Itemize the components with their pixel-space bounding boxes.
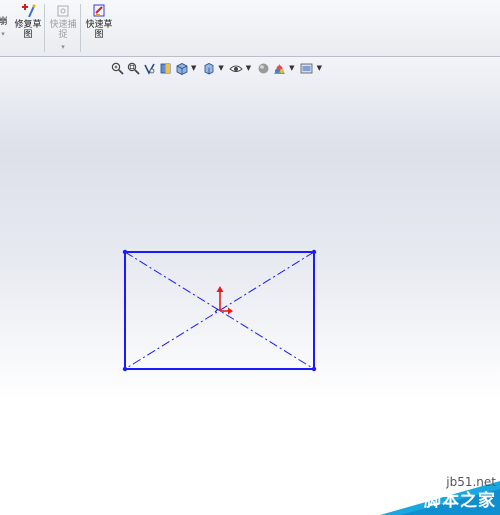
watermark-text: 脚本之家 [424, 491, 496, 511]
sketch-point[interactable] [311, 366, 317, 372]
sketch-point[interactable] [311, 249, 317, 255]
watermark: jb51.net 脚本之家 [350, 473, 500, 515]
sketch-point[interactable] [122, 366, 128, 372]
sketch-point[interactable] [122, 249, 128, 255]
sketch-origin-icon[interactable] [214, 286, 233, 315]
sketch-canvas [122, 249, 317, 372]
